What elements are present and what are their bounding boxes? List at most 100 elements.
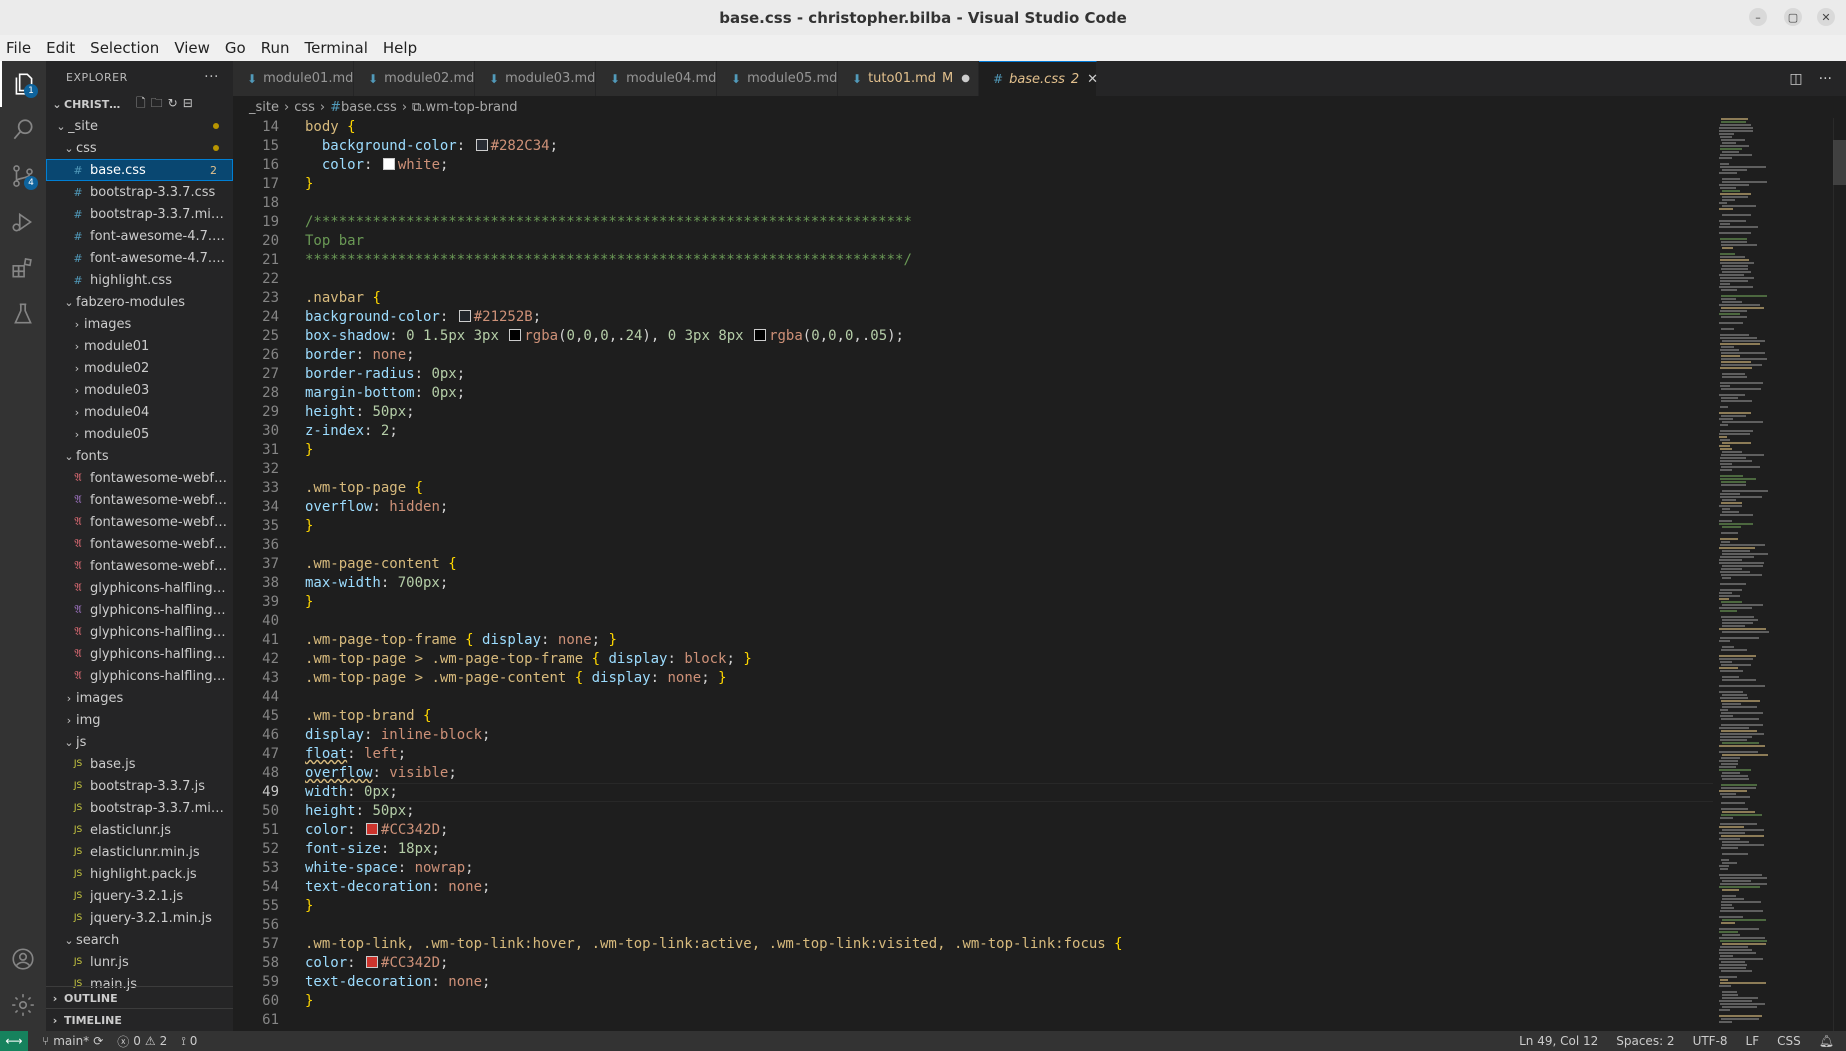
- code-line[interactable]: 60}: [233, 992, 1713, 1011]
- code-line[interactable]: 22: [233, 270, 1713, 289]
- breadcrumb-item[interactable]: _site: [249, 100, 279, 115]
- code-line[interactable]: 32: [233, 460, 1713, 479]
- code-line[interactable]: 18: [233, 194, 1713, 213]
- folder-item[interactable]: ⌄ search: [46, 929, 233, 951]
- file-item[interactable]: 𝔄fontawesome-webfo...: [46, 467, 233, 489]
- code-line[interactable]: 26 border: none;: [233, 346, 1713, 365]
- menu-item-help[interactable]: Help: [377, 39, 426, 57]
- file-item[interactable]: 𝔄glyphicons-halflings-...: [46, 599, 233, 621]
- collapse-all-icon[interactable]: ⊟: [183, 96, 198, 110]
- code-line[interactable]: 54 text-decoration: none;: [233, 878, 1713, 897]
- tab-base-css[interactable]: # base.css 2 ✕: [979, 61, 1098, 96]
- run-debug-icon[interactable]: [0, 199, 46, 245]
- code-line[interactable]: 25 box-shadow: 0 1.5px 3px rgba(0,0,0,.24…: [233, 327, 1713, 346]
- code-line[interactable]: 56: [233, 916, 1713, 935]
- folder-item[interactable]: › img: [46, 709, 233, 731]
- code-line[interactable]: 35}: [233, 517, 1713, 536]
- tab-module02-md[interactable]: ⬇ module02.md: [354, 61, 475, 96]
- end-of-line[interactable]: LF: [1746, 1034, 1760, 1048]
- new-file-icon[interactable]: 🗋: [136, 96, 151, 110]
- code-line[interactable]: 42 .wm-top-page > .wm-page-top-frame { di…: [233, 650, 1713, 669]
- code-line[interactable]: 34 overflow: hidden;: [233, 498, 1713, 517]
- code-line[interactable]: 14 body {: [233, 118, 1713, 137]
- refresh-icon[interactable]: ↻: [168, 96, 183, 110]
- code-line[interactable]: 47 float: left;: [233, 745, 1713, 764]
- file-item[interactable]: # font-awesome-4.7.0....: [46, 225, 233, 247]
- file-item[interactable]: # highlight.css: [46, 269, 233, 291]
- menu-item-edit[interactable]: Edit: [40, 39, 84, 57]
- folder-item[interactable]: ⌄ css: [46, 137, 233, 159]
- folder-item[interactable]: › module02: [46, 357, 233, 379]
- code-line[interactable]: 23 .navbar {: [233, 289, 1713, 308]
- file-item[interactable]: 𝔄glyphicons-halflings-...: [46, 577, 233, 599]
- code-line[interactable]: 40: [233, 612, 1713, 631]
- file-item[interactable]: 𝔄glyphicons-halflings-...: [46, 665, 233, 687]
- file-item[interactable]: JS lunr.js: [46, 951, 233, 973]
- code-line[interactable]: 17}: [233, 175, 1713, 194]
- folder-item[interactable]: › module05: [46, 423, 233, 445]
- code-line[interactable]: 28 margin-bottom: 0px;: [233, 384, 1713, 403]
- code-line[interactable]: 30 z-index: 2;: [233, 422, 1713, 441]
- menu-item-selection[interactable]: Selection: [84, 39, 168, 57]
- file-item[interactable]: # font-awesome-4.7.0....: [46, 247, 233, 269]
- tab-module01-md[interactable]: ⬇ module01.md: [233, 61, 354, 96]
- testing-icon[interactable]: [0, 291, 46, 337]
- maximize-icon[interactable]: ▢: [1784, 8, 1802, 26]
- code-line[interactable]: 29 height: 50px;: [233, 403, 1713, 422]
- file-item[interactable]: JS bootstrap-3.3.7.js: [46, 775, 233, 797]
- tab-module05-md[interactable]: ⬇ module05.md: [717, 61, 838, 96]
- split-editor-icon[interactable]: ◫: [1789, 71, 1802, 87]
- more-actions-icon[interactable]: ···: [204, 69, 219, 85]
- menu-item-run[interactable]: Run: [255, 39, 299, 57]
- code-line[interactable]: 24 background-color: #21252B;: [233, 308, 1713, 327]
- explorer-actions[interactable]: 🗋🗀↻⊟: [136, 94, 198, 115]
- manage-gear-icon[interactable]: [0, 982, 46, 1028]
- indentation[interactable]: Spaces: 2: [1616, 1034, 1674, 1048]
- folder-item[interactable]: › module03: [46, 379, 233, 401]
- menu-item-terminal[interactable]: Terminal: [299, 39, 377, 57]
- code-line[interactable]: 37 .wm-page-content {: [233, 555, 1713, 574]
- code-line[interactable]: 41 .wm-page-top-frame { display: none; }: [233, 631, 1713, 650]
- file-item[interactable]: # bootstrap-3.3.7.min....: [46, 203, 233, 225]
- tab-tuto01-md[interactable]: ⬇ tuto01.md M ●: [838, 61, 979, 96]
- folder-item[interactable]: › images: [46, 687, 233, 709]
- code-line[interactable]: 48 overflow: visible;: [233, 764, 1713, 783]
- folder-item[interactable]: › images: [46, 313, 233, 335]
- code-line[interactable]: 20 Top bar: [233, 232, 1713, 251]
- explorer-icon[interactable]: 1: [0, 61, 46, 107]
- code-line[interactable]: 39}: [233, 593, 1713, 612]
- close-window-icon[interactable]: ✕: [1817, 8, 1835, 26]
- breadcrumb-item[interactable]: css: [294, 100, 315, 115]
- breadcrumb-item[interactable]: base.css: [341, 100, 397, 115]
- file-item[interactable]: JS jquery-3.2.1.js: [46, 885, 233, 907]
- code-line[interactable]: 51 color: #CC342D;: [233, 821, 1713, 840]
- code-line[interactable]: 45 .wm-top-brand {: [233, 707, 1713, 726]
- extensions-icon[interactable]: [0, 245, 46, 291]
- problems-indicator[interactable]: ⓧ 0 ⚠ 2: [117, 1033, 167, 1050]
- notifications-bell-icon[interactable]: 🔔︎: [1819, 1034, 1834, 1048]
- code-line[interactable]: 38 max-width: 700px;: [233, 574, 1713, 593]
- code-line[interactable]: 15 background-color: #282C34;: [233, 137, 1713, 156]
- code-line[interactable]: 44: [233, 688, 1713, 707]
- sync-icon[interactable]: ⟳: [93, 1034, 103, 1048]
- file-item[interactable]: JS elasticlunr.js: [46, 819, 233, 841]
- file-item[interactable]: 𝔄fontawesome-webfo...: [46, 555, 233, 577]
- remote-indicator-icon[interactable]: ⟷: [0, 1031, 28, 1051]
- code-line[interactable]: 61: [233, 1011, 1713, 1030]
- unsaved-dot-icon[interactable]: ●: [961, 73, 970, 84]
- folder-item[interactable]: ⌄ js: [46, 731, 233, 753]
- code-line[interactable]: 53 white-space: nowrap;: [233, 859, 1713, 878]
- code-line[interactable]: 43 .wm-top-page > .wm-page-content { disp…: [233, 669, 1713, 688]
- code-line[interactable]: 36: [233, 536, 1713, 555]
- file-item[interactable]: JS elasticlunr.min.js: [46, 841, 233, 863]
- code-line[interactable]: 27 border-radius: 0px;: [233, 365, 1713, 384]
- timeline-section[interactable]: › TIMELINE: [46, 1008, 233, 1031]
- code-line[interactable]: 50 height: 50px;: [233, 802, 1713, 821]
- code-editor[interactable]: 14 body {15 background-color: #282C34; 16 …: [233, 118, 1713, 1031]
- menu-item-view[interactable]: View: [168, 39, 219, 57]
- code-line[interactable]: 59 text-decoration: none;: [233, 973, 1713, 992]
- encoding[interactable]: UTF-8: [1693, 1034, 1728, 1048]
- file-item[interactable]: 𝔄glyphicons-halflings-...: [46, 643, 233, 665]
- code-line[interactable]: 52 font-size: 18px;: [233, 840, 1713, 859]
- code-line[interactable]: 33 .wm-top-page {: [233, 479, 1713, 498]
